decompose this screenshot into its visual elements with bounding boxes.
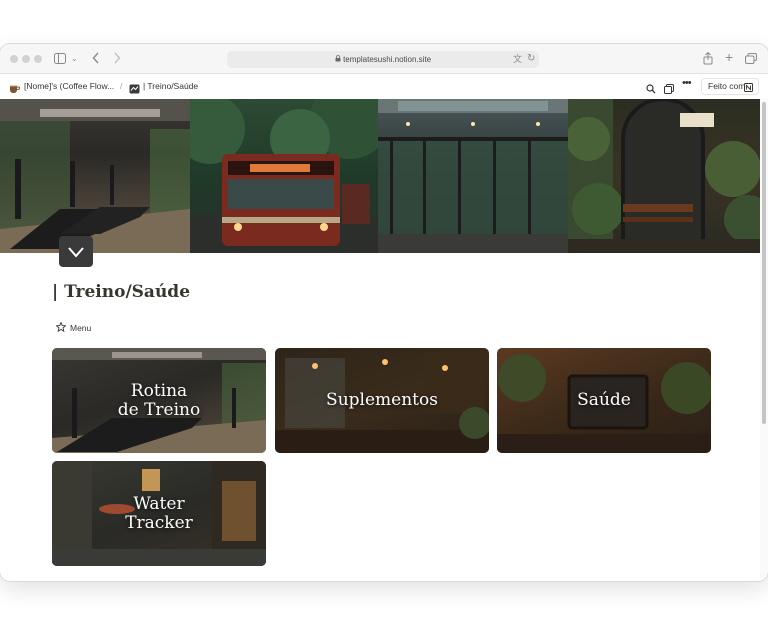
browser-toolbar: ⌄ templatesushi.notion.site ⽂ ↻ + <box>0 44 768 74</box>
chevron-down-icon[interactable]: ⌄ <box>71 53 78 65</box>
scrollbar-thumb[interactable] <box>762 102 766 424</box>
card-water-tracker[interactable]: Water Tracker <box>52 461 266 566</box>
notion-topbar: [Nome]'s (Coffee Flow... / | Treino/Saúd… <box>0 74 768 99</box>
plus-icon[interactable]: + <box>725 50 733 64</box>
search-icon[interactable] <box>646 81 656 99</box>
card-label: Suplementos <box>326 390 438 410</box>
card-saude[interactable]: Saúde <box>497 348 711 453</box>
address-bar[interactable]: templatesushi.notion.site ⽂ ↻ <box>227 51 539 68</box>
star-icon <box>55 319 67 337</box>
card-rotina-de-treino[interactable]: Rotina de Treino <box>52 348 266 453</box>
close-window-button[interactable] <box>10 55 18 63</box>
chevron-left-icon[interactable] <box>92 52 100 67</box>
reload-icon[interactable]: ↻ <box>527 53 535 65</box>
breadcrumb-parent[interactable]: [Nome]'s (Coffee Flow... <box>24 81 114 92</box>
cover-station-photo <box>378 99 568 253</box>
url-text: templatesushi.notion.site <box>343 55 432 64</box>
breadcrumb-current[interactable]: | Treino/Saúde <box>143 81 198 92</box>
card-suplementos[interactable]: Suplementos <box>275 348 489 453</box>
sidebar-icon[interactable] <box>54 53 66 67</box>
browser-window: ⌄ templatesushi.notion.site ⽂ ↻ + [Nome]… <box>0 44 768 581</box>
share-icon[interactable] <box>703 51 713 68</box>
cover-bus-photo <box>175 99 390 253</box>
breadcrumb-separator: / <box>120 81 123 91</box>
zoom-window-button[interactable] <box>34 55 42 63</box>
menu-link[interactable]: Menu <box>55 319 92 337</box>
card-label: Rotina de Treino <box>117 380 201 420</box>
duplicate-icon[interactable] <box>664 81 674 99</box>
notion-logo-icon <box>744 82 753 97</box>
tabs-overview-icon[interactable] <box>745 53 757 67</box>
minimize-window-button[interactable] <box>22 55 30 63</box>
made-with-notion-button[interactable]: Feito com <box>701 78 759 95</box>
cover-image <box>0 99 760 253</box>
menu-label: Menu <box>70 323 92 333</box>
coffee-cup-icon <box>9 81 21 99</box>
page-icon[interactable] <box>59 236 93 267</box>
card-label: Saúde <box>577 390 631 410</box>
more-icon[interactable]: ••• <box>682 77 692 89</box>
chevron-right-icon[interactable] <box>113 52 121 67</box>
lock-icon <box>335 55 343 64</box>
cover-cafe-photo <box>566 99 760 253</box>
page-emoji-icon <box>129 81 140 99</box>
translate-icon[interactable]: ⽂ <box>513 53 522 65</box>
cover-gym-photo <box>0 99 190 253</box>
card-label: Water Tracker <box>125 493 193 533</box>
page-title: | Treino/Saúde <box>52 282 191 302</box>
